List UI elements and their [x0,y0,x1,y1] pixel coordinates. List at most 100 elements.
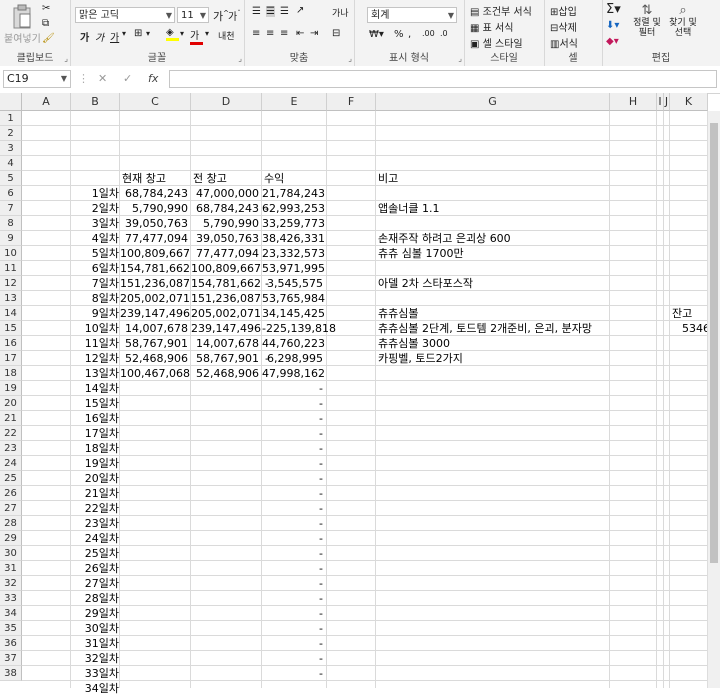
align-top-icon[interactable]: ☰ [252,6,261,17]
row-header[interactable]: 10 [0,246,22,261]
column-header[interactable]: H [610,93,657,111]
day-cell[interactable]: 30일차 [71,621,119,636]
day-cell[interactable]: 18일차 [71,441,119,456]
row-header[interactable]: 35 [0,621,22,636]
decrease-indent-icon[interactable]: ⇤ [296,28,304,39]
note-cell[interactable]: 츄츄심볼 2단계, 토드템 2개준비, 은괴, 분자망 [378,321,592,336]
fill-dropdown-icon[interactable]: ▾ [180,29,184,38]
profit-cell[interactable]: - [262,651,323,666]
grow-font-button[interactable]: 가^ [213,8,229,24]
row-header[interactable]: 18 [0,366,22,381]
format-button[interactable]: ▥서식 [550,35,578,50]
fill-color-button[interactable]: ◈ [166,27,179,41]
day-cell[interactable]: 31일차 [71,636,119,651]
day-cell[interactable]: 2일차 [71,201,119,216]
profit-cell[interactable]: - [262,486,323,501]
current-cell[interactable]: 151,236,087 [120,276,190,291]
day-cell[interactable]: 19일차 [71,456,119,471]
column-header[interactable]: E [262,93,327,111]
header-note[interactable]: 비고 [378,171,398,186]
font-color-dropdown-icon[interactable]: ▾ [205,29,209,38]
day-cell[interactable]: 5일차 [71,246,119,261]
day-cell[interactable]: 1일차 [71,186,119,201]
increase-decimal-icon[interactable]: .00 [422,29,435,38]
merge-center-icon[interactable]: ⊟ [332,28,340,39]
cancel-button[interactable]: ✕ [98,72,107,85]
row-header[interactable]: 27 [0,501,22,516]
note-cell[interactable]: 카핑벨, 토드2가지 [378,351,463,366]
current-cell[interactable]: 52,468,906 [120,351,188,366]
row-header[interactable]: 20 [0,396,22,411]
day-cell[interactable]: 22일차 [71,501,119,516]
number-launcher-icon[interactable]: ⌟ [458,54,462,63]
row-header[interactable]: 3 [0,141,22,156]
profit-cell[interactable]: - [262,456,323,471]
previous-cell[interactable]: 58,767,901 [191,351,259,366]
profit-cell[interactable]: - [262,516,323,531]
current-cell[interactable]: 100,467,068 [120,366,190,381]
day-cell[interactable]: 9일차 [71,306,119,321]
day-cell[interactable]: 29일차 [71,606,119,621]
row-header[interactable]: 29 [0,531,22,546]
row-header[interactable]: 2 [0,126,22,141]
row-header[interactable]: 13 [0,291,22,306]
format-painter-icon[interactable]: 🖌 [42,33,55,44]
profit-cell[interactable]: 53,971,995 [262,261,325,276]
profit-cell[interactable]: 33,259,773 [262,216,325,231]
profit-cell[interactable]: 23,332,573 [262,246,325,261]
shrink-font-button[interactable]: 가ˇ [228,8,241,23]
format-table-button[interactable]: ▦ 표 서식 [470,19,513,34]
row-header[interactable]: 24 [0,456,22,471]
orientation-icon[interactable]: ↗ [296,5,304,16]
profit-cell[interactable]: - [262,561,323,576]
align-middle-icon[interactable]: ☰ [266,6,275,17]
profit-cell[interactable]: 6,298,995 [262,351,323,366]
row-header[interactable]: 5 [0,171,22,186]
profit-cell[interactable]: - [262,426,323,441]
day-cell[interactable]: 33일차 [71,666,119,681]
wrap-text-button[interactable]: 가나 [332,6,349,19]
row-header[interactable]: 37 [0,651,22,666]
row-header[interactable]: 36 [0,636,22,651]
previous-cell[interactable]: 39,050,763 [191,231,259,246]
increase-indent-icon[interactable]: ⇥ [310,28,318,39]
vertical-scrollbar[interactable] [707,111,720,688]
decrease-decimal-icon[interactable]: .0 [440,29,448,38]
row-header[interactable]: 4 [0,156,22,171]
day-cell[interactable]: 26일차 [71,561,119,576]
day-cell[interactable]: 14일차 [71,381,119,396]
day-cell[interactable]: 24일차 [71,531,119,546]
percent-button[interactable]: % [394,29,404,40]
enter-button[interactable]: ✓ [123,72,132,85]
previous-cell[interactable]: 5,790,990 [191,216,259,231]
underline-dropdown-icon[interactable]: ▾ [122,29,126,38]
current-cell[interactable]: 58,767,901 [120,336,188,351]
previous-cell[interactable]: 154,781,662 [191,276,261,291]
row-header[interactable]: 23 [0,441,22,456]
column-header[interactable]: A [22,93,71,111]
conditional-format-button[interactable]: ▤ 조건부 서식 [470,3,532,18]
italic-button[interactable]: 가 [95,29,104,44]
row-header[interactable]: 6 [0,186,22,201]
profit-cell[interactable]: 62,993,253 [262,201,325,216]
profit-cell[interactable]: - [262,621,323,636]
font-name-dropdown[interactable]: 맑은 고딕 ▼ [75,7,175,23]
current-cell[interactable]: 39,050,763 [120,216,188,231]
day-cell[interactable]: 27일차 [71,576,119,591]
comma-icon[interactable]: , [408,29,411,40]
profit-cell[interactable]: - [262,501,323,516]
sort-filter-button[interactable]: ⇅ 정렬 및 필터 [630,3,664,38]
clear-icon[interactable]: ◆▾ [606,36,619,47]
profit-cell[interactable]: 34,145,425 [262,306,325,321]
row-header[interactable]: 15 [0,321,22,336]
row-header[interactable]: 26 [0,486,22,501]
find-select-button[interactable]: ⌕ 찾기 및 선택 [666,3,700,38]
profit-cell[interactable]: - [262,531,323,546]
day-cell[interactable]: 15일차 [71,396,119,411]
header-profit[interactable]: 수익 [264,171,284,186]
border-dropdown-icon[interactable]: ▾ [146,29,150,38]
column-header[interactable]: F [327,93,376,111]
profit-cell[interactable]: 21,784,243 [262,186,325,201]
cut-icon[interactable]: ✂ [42,3,50,14]
profit-cell[interactable]: - [262,396,323,411]
